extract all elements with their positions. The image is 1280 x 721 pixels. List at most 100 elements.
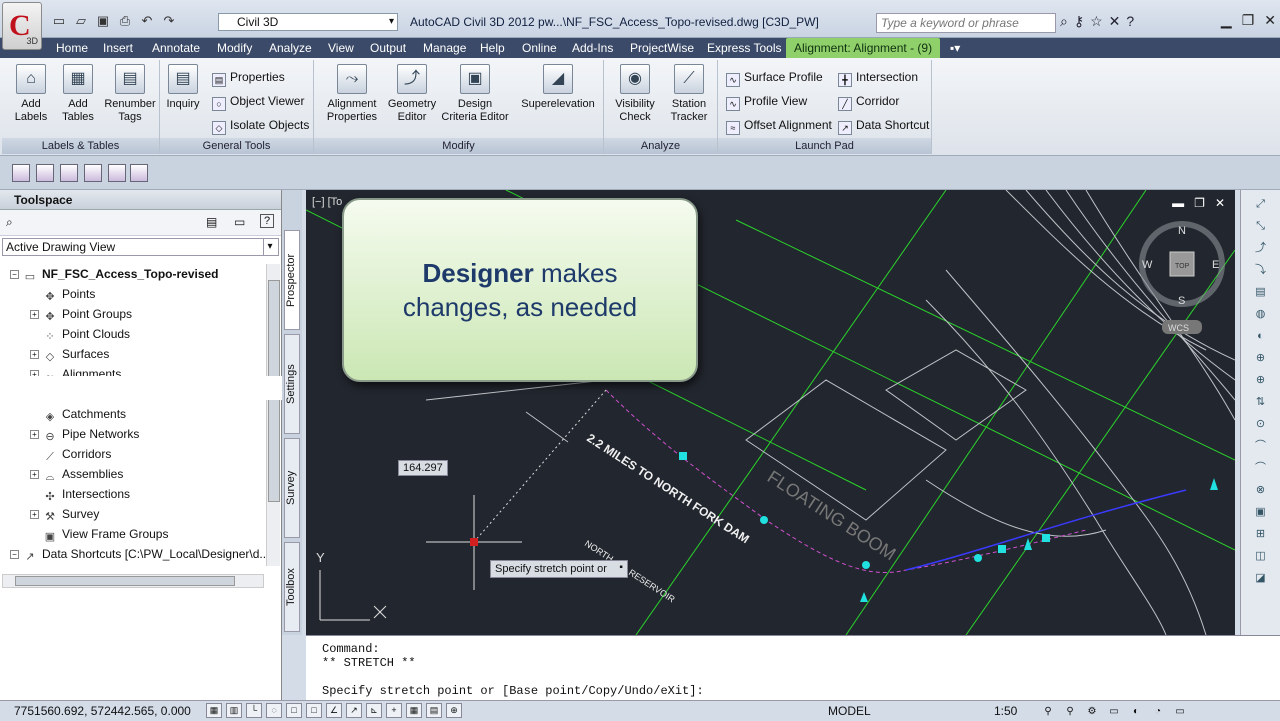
panel-title[interactable]: Modify bbox=[314, 138, 603, 154]
undo-icon[interactable]: ↶ bbox=[138, 13, 156, 29]
tree-item[interactable]: + ⚒ Survey bbox=[2, 504, 266, 524]
rtool-icon-3[interactable]: ⤴ bbox=[1251, 240, 1271, 256]
hardware-icon[interactable]: ◐ bbox=[1128, 703, 1144, 718]
tree-item[interactable]: − ▭ NF_FSC_Access_Topo-revised bbox=[2, 264, 266, 284]
autoscale-icon[interactable]: ⚲ bbox=[1062, 703, 1078, 718]
rtool-icon-15[interactable]: ▣ bbox=[1251, 504, 1271, 520]
rtool-icon-18[interactable]: ◪ bbox=[1251, 570, 1271, 586]
alignment-properties-button[interactable]: ⤳ Alignment Properties bbox=[322, 64, 382, 124]
tab-output[interactable]: Output bbox=[370, 41, 406, 55]
isolate-icon[interactable]: ◔ bbox=[1150, 703, 1166, 718]
toolbar-icon-6[interactable] bbox=[130, 164, 148, 182]
search-input[interactable]: Type a keyword or phrase bbox=[876, 13, 1056, 33]
tree-item[interactable]: +◇Surfaces bbox=[2, 564, 266, 566]
rtool-icon-8[interactable]: ⊕ bbox=[1251, 350, 1271, 366]
ortho-icon[interactable]: └ bbox=[246, 703, 262, 718]
grid-icon[interactable]: ▥ bbox=[226, 703, 242, 718]
rtool-icon-13[interactable]: ⌒ bbox=[1251, 460, 1271, 476]
panel-title[interactable]: General Tools bbox=[160, 138, 313, 154]
expand-toggle-icon[interactable]: + bbox=[30, 470, 39, 479]
lwt-icon[interactable]: + bbox=[386, 703, 402, 718]
tree-item[interactable]: − ↗ Data Shortcuts [C:\PW_Local\Designer\d… bbox=[2, 544, 266, 564]
application-menu-button[interactable]: C 3D bbox=[2, 2, 42, 50]
design-criteria-editor-button[interactable]: ▣ Design Criteria Editor bbox=[440, 64, 510, 124]
tree-item[interactable]: + ✥ Point Groups bbox=[2, 304, 266, 324]
tab-insert[interactable]: Insert bbox=[103, 41, 133, 55]
expand-toggle-icon[interactable]: − bbox=[10, 550, 19, 559]
tree-item[interactable]: ✣ Intersections bbox=[2, 484, 266, 504]
help-icon[interactable]: ? bbox=[1126, 13, 1134, 30]
add-labels-button[interactable]: ⌂ Add Labels bbox=[8, 64, 54, 124]
expand-toggle-icon[interactable]: + bbox=[30, 310, 39, 319]
close-x-icon[interactable]: ✕ bbox=[1109, 13, 1121, 30]
rtool-icon-1[interactable]: ⤢ bbox=[1251, 196, 1271, 212]
annotation-scale[interactable]: 1:50 bbox=[994, 702, 1017, 720]
polar-icon[interactable]: ◌ bbox=[266, 703, 282, 718]
add-tables-button[interactable]: ▦ Add Tables bbox=[58, 64, 98, 124]
help-icon[interactable]: ? bbox=[260, 214, 274, 228]
station-tracker-button[interactable]: ⟋ Station Tracker bbox=[664, 64, 714, 124]
isolate-objects-button[interactable]: ◇ Isolate Objects bbox=[212, 118, 309, 135]
workspace-select[interactable]: Civil 3D bbox=[218, 13, 398, 31]
drawing-area[interactable]: Y 2.2 MILES TO NORTH FORK DAM FLOATING B… bbox=[306, 190, 1235, 635]
rtool-icon-11[interactable]: ⊙ bbox=[1251, 416, 1271, 432]
redo-icon[interactable]: ↷ bbox=[160, 13, 178, 29]
new-icon[interactable]: ▭ bbox=[50, 13, 68, 29]
tab-modify[interactable]: Modify bbox=[217, 41, 252, 55]
rtool-icon-12[interactable]: ⌒ bbox=[1251, 438, 1271, 454]
toolbar-icon-1[interactable] bbox=[12, 164, 30, 182]
viewport-minimize-icon[interactable]: ▬ bbox=[1172, 196, 1184, 210]
viewport-restore-icon[interactable]: ❐ bbox=[1194, 196, 1205, 210]
tree-item[interactable]: ✥ Points bbox=[2, 284, 266, 304]
expand-toggle-icon[interactable]: + bbox=[30, 430, 39, 439]
tab-projectwise[interactable]: ProjectWise bbox=[630, 41, 694, 55]
tree-item[interactable]: +◇Surfaces bbox=[2, 344, 266, 364]
lock-icon[interactable]: ▭ bbox=[1106, 703, 1122, 718]
tab-toolbox[interactable]: Toolbox bbox=[284, 542, 300, 632]
clean-screen-icon[interactable]: ▭ bbox=[1172, 703, 1188, 718]
rtool-icon-9[interactable]: ⊕ bbox=[1251, 372, 1271, 388]
close-icon[interactable]: ✕ bbox=[1264, 12, 1276, 29]
snap-icon[interactable]: ▦ bbox=[206, 703, 222, 718]
tree-item[interactable]: ⟋ Corridors bbox=[2, 444, 266, 464]
rtool-icon-14[interactable]: ⊗ bbox=[1251, 482, 1271, 498]
rtool-icon-16[interactable]: ⊞ bbox=[1251, 526, 1271, 542]
annotation-visibility-icon[interactable]: ⚲ bbox=[1040, 703, 1056, 718]
toolbar-icon-3[interactable] bbox=[60, 164, 78, 182]
expand-toggle-icon[interactable]: − bbox=[10, 270, 19, 279]
command-prompt[interactable]: Specify stretch point or [Base point/Cop… bbox=[322, 684, 1280, 698]
tab-add-ins[interactable]: Add-Ins bbox=[572, 41, 613, 55]
view-select[interactable]: Active Drawing View bbox=[2, 238, 279, 256]
offset-alignment-button[interactable]: ≈ Offset Alignment bbox=[726, 118, 832, 135]
vertical-scrollbar[interactable] bbox=[266, 264, 280, 566]
toolbar-icon-4[interactable] bbox=[84, 164, 102, 182]
qp-icon[interactable]: ▤ bbox=[426, 703, 442, 718]
properties-button[interactable]: ▤ Properties bbox=[212, 70, 285, 87]
tab-analyze[interactable]: Analyze bbox=[269, 41, 312, 55]
tab-prospector[interactable]: Prospector bbox=[284, 230, 300, 330]
intersection-button[interactable]: ╋ Intersection bbox=[838, 70, 918, 87]
open-icon[interactable]: ▱ bbox=[72, 13, 90, 29]
print-icon[interactable]: ⎙ bbox=[116, 13, 134, 29]
object-viewer-button[interactable]: ○ Object Viewer bbox=[212, 94, 304, 111]
renumber-tags-button[interactable]: ▤ Renumber Tags bbox=[102, 64, 158, 124]
tab-annotate[interactable]: Annotate bbox=[152, 41, 200, 55]
viewport-label[interactable]: [−] [To bbox=[312, 196, 342, 208]
tab-home[interactable]: Home bbox=[56, 41, 88, 55]
inquiry-button[interactable]: ▤ Inquiry bbox=[164, 64, 202, 111]
profile-view-button[interactable]: ∿ Profile View bbox=[726, 94, 807, 111]
rtool-icon-6[interactable]: ◍ bbox=[1251, 306, 1271, 322]
otrack-icon[interactable]: ∠ bbox=[326, 703, 342, 718]
tab-view[interactable]: View bbox=[328, 41, 354, 55]
viewport-close-icon[interactable]: ✕ bbox=[1215, 196, 1225, 210]
tab-express-tools[interactable]: Express Tools bbox=[707, 41, 781, 55]
tree-item[interactable]: + ⊖ Pipe Networks bbox=[2, 424, 266, 444]
command-line[interactable]: Command: ** STRETCH ** Specify stretch p… bbox=[306, 635, 1280, 701]
geometry-editor-button[interactable]: ⤴ Geometry Editor bbox=[386, 64, 438, 124]
tab-settings[interactable]: Settings bbox=[284, 334, 300, 434]
expand-toggle-icon[interactable]: + bbox=[30, 350, 39, 359]
minimize-icon[interactable]: ▁ bbox=[1221, 12, 1232, 29]
rtool-icon-10[interactable]: ⇅ bbox=[1251, 394, 1271, 410]
surface-profile-button[interactable]: ∿ Surface Profile bbox=[726, 70, 823, 87]
model-toggle[interactable]: MODEL bbox=[828, 702, 871, 720]
